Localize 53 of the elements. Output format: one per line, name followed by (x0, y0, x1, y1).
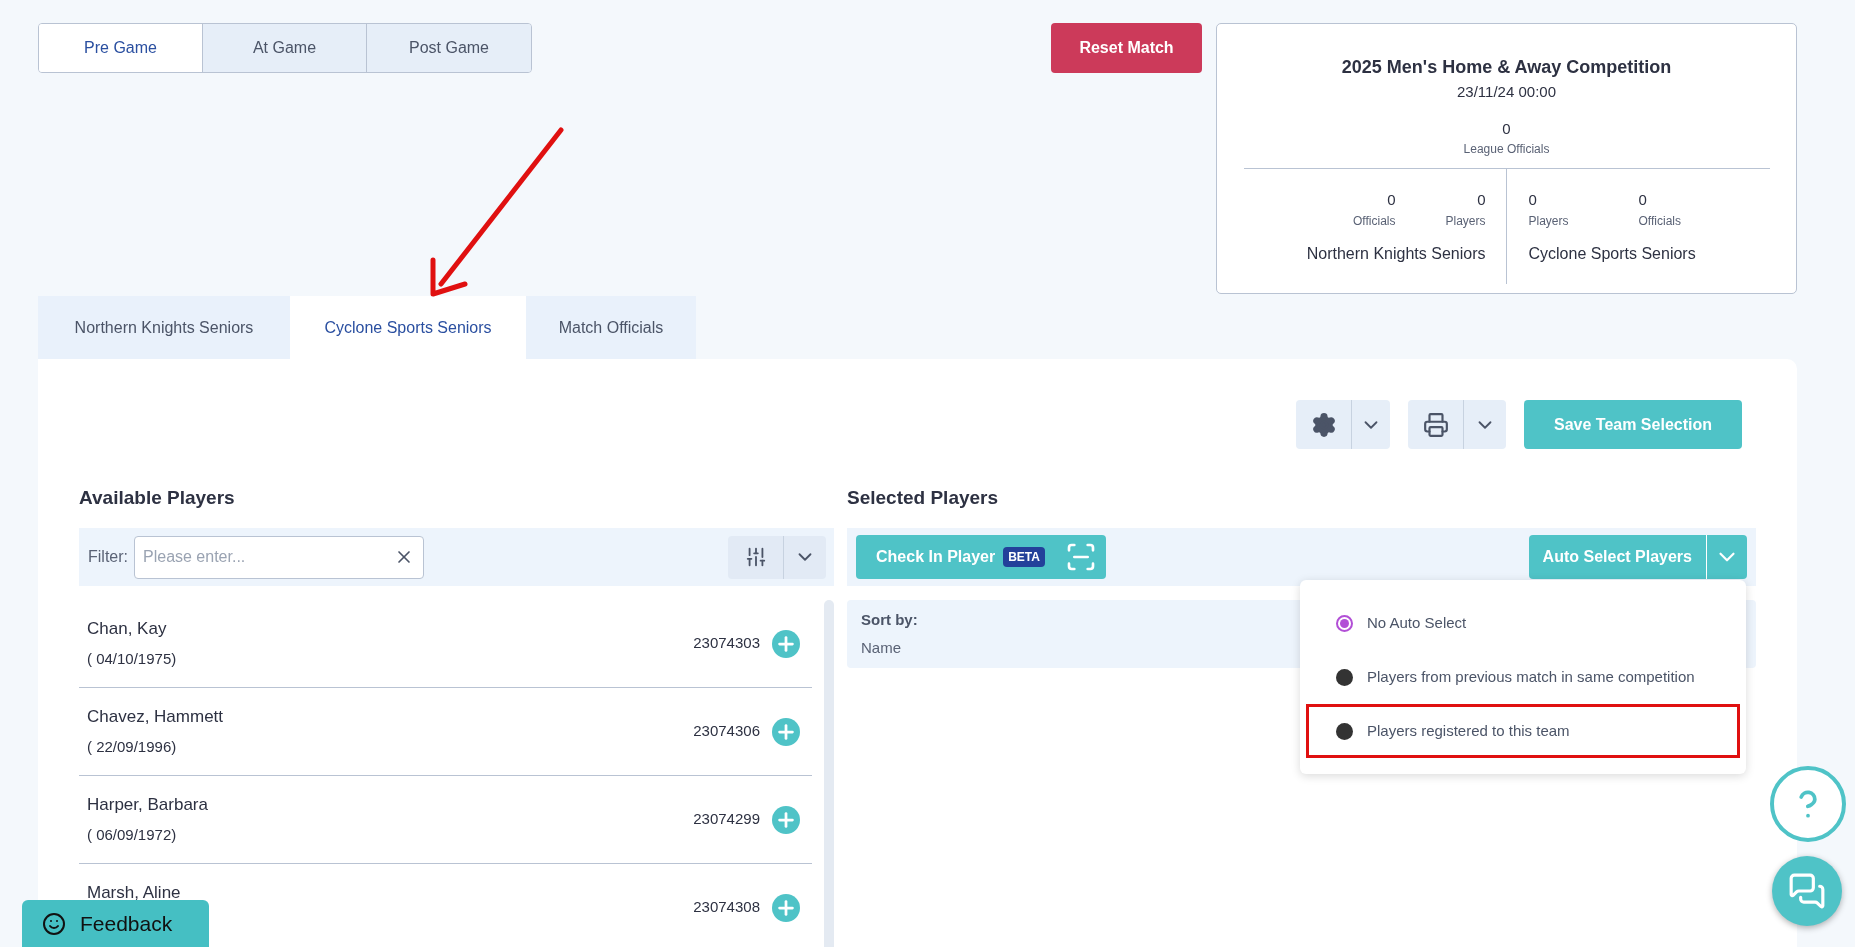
section-title: Selected Players (847, 486, 1000, 510)
player-number: 23074308 (693, 897, 760, 918)
stage-tab[interactable]: Pre Game (39, 24, 203, 72)
stage-tab[interactable]: At Game (203, 24, 367, 72)
player-number: 23074303 (693, 633, 760, 654)
stat-label: Officials (1638, 212, 1681, 230)
beta-badge: BETA (1003, 547, 1045, 567)
player-name: Harper, Barbara (87, 794, 208, 816)
stat-label: Officials (1353, 212, 1396, 230)
auto-select-option[interactable]: Players from previous match in same competition (1306, 650, 1740, 704)
player-number: 23074306 (693, 721, 760, 742)
stat-value: 0 (1477, 190, 1486, 210)
match-datetime: 23/11/24 00:00 (1457, 82, 1556, 102)
player-dob: ( 04/10/1975) (87, 648, 177, 669)
player-number: 23074299 (693, 809, 760, 830)
print-dropdown[interactable] (1408, 400, 1506, 449)
team-tab[interactable]: Match Officials (526, 296, 696, 359)
printer-icon (1422, 411, 1449, 438)
stat-label: League Officials (1463, 141, 1550, 158)
smiley-icon (42, 911, 66, 936)
auto-select-option[interactable]: No Auto Select (1306, 596, 1740, 650)
stat-value: 0 (1502, 118, 1511, 139)
player-dob: ( 22/09/1996) (87, 736, 178, 757)
sort-label: Sort by: (861, 609, 918, 630)
stat-label: Players (1445, 212, 1486, 230)
section-title: Available Players (79, 486, 236, 510)
team-tab[interactable]: Cyclone Sports Seniors (290, 296, 526, 359)
auto-select-option[interactable]: Players registered to this team (1306, 704, 1740, 758)
sliders-icon (744, 546, 767, 568)
reset-match-button[interactable]: Reset Match (1051, 23, 1202, 73)
feedback-button[interactable]: Feedback (22, 900, 209, 947)
stat-value: 0 (1528, 190, 1537, 210)
sort-value: Name (861, 638, 901, 658)
filter-label: Filter: (88, 547, 128, 567)
radio-button[interactable] (1336, 614, 1353, 632)
player-name: Chavez, Hammett (87, 706, 224, 728)
stat-label: Players (1528, 212, 1569, 230)
check-in-player-button[interactable]: Check In Player BETA (856, 535, 1106, 579)
stat-value: 0 (1387, 190, 1396, 210)
stage-tab[interactable]: Post Game (367, 24, 531, 72)
column-options-dropdown[interactable] (728, 535, 826, 579)
player-name: Chan, Kay (87, 618, 168, 640)
radio-button[interactable] (1336, 722, 1353, 740)
competition-title: 2025 Men's Home & Away Competition (1341, 56, 1672, 79)
player-dob: ( 06/09/1972) (87, 824, 178, 845)
stat-value: 0 (1638, 190, 1647, 210)
radio-button[interactable] (1336, 668, 1353, 686)
chat-bubbles-icon (1788, 872, 1826, 910)
team-tab[interactable]: Northern Knights Seniors (38, 296, 290, 359)
settings-dropdown[interactable] (1296, 400, 1390, 449)
team-name: Northern Knights Seniors (1306, 243, 1486, 264)
team-name: Cyclone Sports Seniors (1528, 243, 1696, 264)
filter-field[interactable]: Please enter... (134, 535, 424, 579)
